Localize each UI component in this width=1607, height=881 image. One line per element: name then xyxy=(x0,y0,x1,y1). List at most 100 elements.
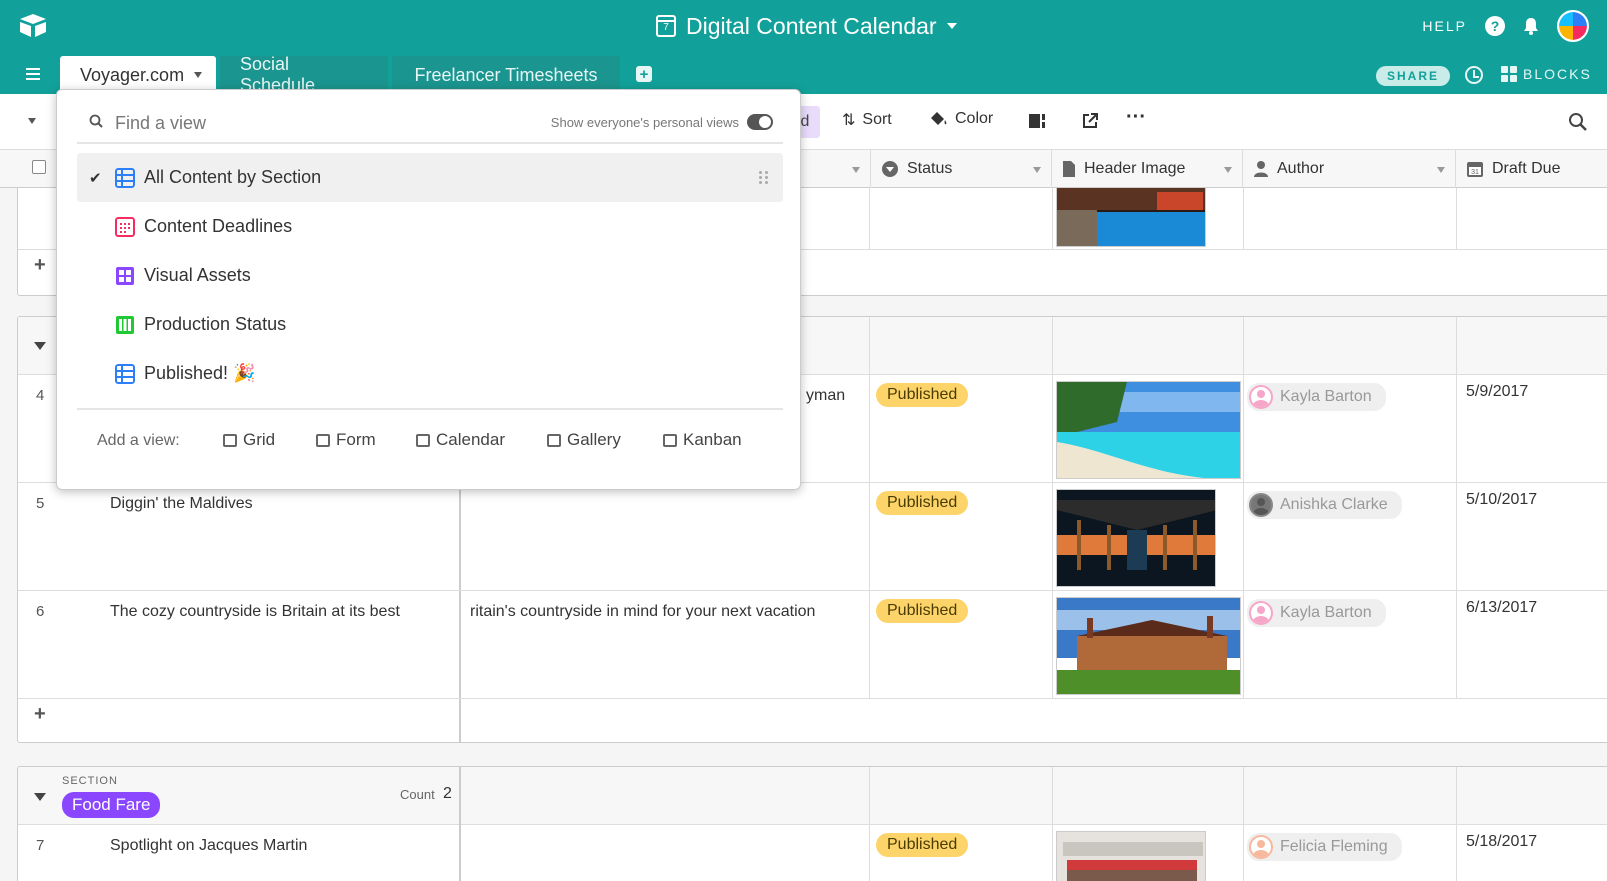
check-icon: ✔ xyxy=(89,169,102,187)
gallery-view-icon xyxy=(116,266,134,285)
view-item-visual-assets[interactable]: Visual Assets xyxy=(77,251,783,300)
view-label: All Content by Section xyxy=(144,167,322,187)
author-name: Felicia Fleming xyxy=(1280,838,1388,855)
view-item-production-status[interactable]: Production Status xyxy=(77,300,783,349)
base-title[interactable]: 7 Digital Content Calendar xyxy=(656,12,957,40)
grid-view-icon xyxy=(115,363,135,384)
top-right-controls: HELP ? xyxy=(1422,10,1589,42)
history-icon[interactable] xyxy=(1465,66,1483,84)
sort-label: Sort xyxy=(862,111,892,128)
chevron-down-icon[interactable] xyxy=(194,72,203,78)
add-grid-view-button[interactable]: Grid xyxy=(223,430,275,450)
search-icon xyxy=(89,114,103,128)
blocks-button[interactable]: BLOCKS xyxy=(1501,66,1592,82)
column-header-description[interactable] xyxy=(800,150,870,188)
share-view-icon[interactable] xyxy=(1081,112,1099,130)
table-row[interactable]: 5 Diggin' the Maldives Published Anishka… xyxy=(18,483,1607,591)
chevron-down-icon[interactable] xyxy=(852,167,860,173)
header-image-thumbnail[interactable] xyxy=(1056,831,1206,881)
drag-handle-icon[interactable] xyxy=(759,170,769,185)
add-kanban-view-button[interactable]: Kanban xyxy=(663,430,742,450)
option-label: Calendar xyxy=(436,430,505,449)
more-options-icon[interactable]: ··· xyxy=(1126,106,1146,129)
author-chip[interactable]: Felicia Fleming xyxy=(1247,833,1402,861)
svg-text:31: 31 xyxy=(1471,169,1479,176)
blocks-icon xyxy=(1501,66,1517,82)
tab-label: Freelancer Timesheets xyxy=(414,64,598,85)
row-height-icon[interactable] xyxy=(1028,112,1046,130)
user-avatar[interactable] xyxy=(1557,10,1589,42)
add-calendar-view-button[interactable]: Calendar xyxy=(416,430,505,450)
column-label: Author xyxy=(1277,160,1325,177)
search-icon[interactable] xyxy=(1568,112,1588,132)
header-image-thumbnail[interactable] xyxy=(1056,188,1206,247)
color-button[interactable]: Color xyxy=(930,110,993,128)
find-view-box: Show everyone's personal views xyxy=(77,102,783,144)
chevron-down-icon[interactable] xyxy=(1437,167,1445,173)
column-header-status[interactable]: Status xyxy=(870,150,1051,188)
date-field-icon: 31 xyxy=(1467,162,1483,177)
paint-bucket-icon xyxy=(931,112,947,125)
view-item-content-deadlines[interactable]: Content Deadlines xyxy=(77,202,783,251)
help-icon[interactable]: ? xyxy=(1485,16,1505,36)
chevron-down-icon xyxy=(946,23,957,29)
row-number: 7 xyxy=(36,837,45,854)
group-count: 2 xyxy=(443,785,452,802)
view-item-all-content-by-section[interactable]: ✔ All Content by Section xyxy=(77,153,783,202)
description-cell: ritain's countryside in mind for your ne… xyxy=(470,603,816,620)
add-record-button[interactable]: + xyxy=(34,254,46,277)
share-button[interactable]: SHARE xyxy=(1376,66,1451,86)
user-field-icon xyxy=(1254,161,1268,177)
header-image-thumbnail[interactable] xyxy=(1056,381,1241,479)
collapse-group-icon[interactable] xyxy=(34,342,46,350)
author-chip[interactable]: Kayla Barton xyxy=(1247,599,1386,627)
grid-view-icon xyxy=(115,167,135,188)
column-header-header-image[interactable]: Header Image xyxy=(1051,150,1242,188)
header-image-thumbnail[interactable] xyxy=(1056,489,1216,587)
table-row[interactable]: 7 Spotlight on Jacques Martin Published … xyxy=(18,825,1607,881)
add-table-icon[interactable]: + xyxy=(636,66,652,82)
draft-due-cell: 5/18/2017 xyxy=(1466,833,1538,850)
add-record-button[interactable]: + xyxy=(34,703,46,726)
avatar xyxy=(1249,835,1273,859)
color-label: Color xyxy=(955,110,994,127)
tab-label: Voyager.com xyxy=(80,64,185,85)
collapse-group-icon[interactable] xyxy=(34,793,46,801)
notifications-bell-icon[interactable] xyxy=(1523,17,1539,35)
column-header-draft-due[interactable]: 31 Draft Due xyxy=(1455,150,1607,188)
avatar xyxy=(1249,601,1273,625)
add-form-view-button[interactable]: Form xyxy=(316,430,376,450)
author-chip[interactable]: Anishka Clarke xyxy=(1247,491,1402,519)
column-label: Draft Due xyxy=(1492,160,1561,177)
author-chip[interactable]: Kayla Barton xyxy=(1247,383,1386,411)
title-cell: Diggin' the Maldives xyxy=(110,495,253,512)
views-sidebar-toggle-icon[interactable] xyxy=(28,118,36,124)
divider xyxy=(77,408,783,410)
app-logo-icon[interactable] xyxy=(18,12,48,38)
chevron-down-icon[interactable] xyxy=(1224,167,1232,173)
header-image-thumbnail[interactable] xyxy=(1056,597,1241,695)
chevron-down-icon[interactable] xyxy=(1033,167,1041,173)
group-block: SECTION Food Fare Count 2 7 Spotlight on… xyxy=(17,766,1607,881)
menu-icon[interactable] xyxy=(26,68,40,80)
author-name: Anishka Clarke xyxy=(1280,496,1388,513)
personal-views-toggle[interactable] xyxy=(747,114,773,130)
avatar xyxy=(1249,493,1273,517)
find-view-input[interactable] xyxy=(115,108,495,138)
table-row[interactable]: 6 The cozy countryside is Britain at its… xyxy=(18,591,1607,699)
beach-photo xyxy=(1057,382,1240,478)
column-label: Status xyxy=(907,160,953,177)
walkway-photo xyxy=(1057,490,1215,586)
group-count-label: Count xyxy=(400,787,435,802)
title-cell: The cozy countryside is Britain at its b… xyxy=(110,603,400,620)
personal-views-toggle-row: Show everyone's personal views xyxy=(551,114,773,130)
status-badge: Published xyxy=(876,383,969,407)
view-item-published[interactable]: Published! 🎉 xyxy=(77,349,783,398)
select-all-checkbox[interactable] xyxy=(32,160,46,174)
sort-button[interactable]: ⇅ Sort xyxy=(842,110,892,130)
gallery-icon xyxy=(547,433,561,447)
add-gallery-view-button[interactable]: Gallery xyxy=(547,430,621,450)
view-switcher-popup: Show everyone's personal views ✔ All Con… xyxy=(56,89,801,490)
help-link[interactable]: HELP xyxy=(1422,18,1467,34)
column-header-author[interactable]: Author xyxy=(1242,150,1455,188)
